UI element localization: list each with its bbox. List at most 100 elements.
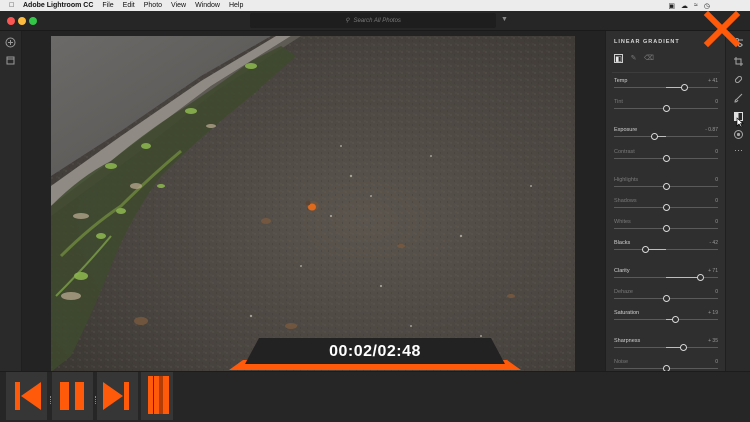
slider-value: 0	[715, 219, 718, 225]
time-display: 00:02/02:48	[329, 343, 421, 360]
skip-back-button[interactable]	[6, 372, 47, 420]
wifi-icon[interactable]: ≈	[694, 2, 698, 9]
slider-label: Exposure	[614, 127, 638, 133]
button-separator	[50, 396, 52, 404]
slider-label: Tint	[614, 99, 623, 105]
minimize-window-button[interactable]	[18, 17, 26, 25]
slider-value: - 0.87	[705, 127, 718, 133]
more-icon[interactable]: ⋯	[733, 145, 744, 156]
add-photo-icon[interactable]	[5, 37, 16, 48]
slider-value: - 42	[709, 240, 718, 246]
slider-knob[interactable]	[662, 183, 670, 190]
slider-sharpness[interactable]: Sharpness + 35	[614, 338, 718, 358]
healing-brush-icon[interactable]	[733, 74, 744, 85]
slider-label: Dehaze	[614, 289, 633, 295]
mask-erase-icon[interactable]: ⌫	[644, 54, 654, 63]
zoom-window-button[interactable]	[29, 17, 37, 25]
menu-photo[interactable]: Photo	[144, 2, 162, 9]
slider-label: Saturation	[614, 310, 640, 316]
close-window-button[interactable]	[7, 17, 15, 25]
tool-rail: ⋯	[725, 31, 750, 391]
slider-label: Temp	[614, 78, 628, 84]
menu-app-name[interactable]: Adobe Lightroom CC	[23, 2, 93, 9]
skip-forward-icon	[103, 382, 129, 410]
skip-forward-button[interactable]	[97, 372, 138, 420]
scrubber-handle[interactable]	[141, 372, 173, 420]
creative-cloud-icon[interactable]: ☁	[681, 2, 688, 10]
mask-tools: ◧ ✎ ⌫	[614, 54, 654, 63]
slider-knob[interactable]	[662, 105, 670, 112]
slider-clarity[interactable]: Clarity + 71	[614, 268, 718, 288]
slider-knob[interactable]	[662, 295, 670, 302]
slider-value: 0	[715, 198, 718, 204]
slider-knob[interactable]	[651, 133, 659, 140]
clock-icon[interactable]: ◷	[704, 2, 710, 10]
slider-temp[interactable]: Temp + 41	[614, 78, 718, 98]
slider-whites[interactable]: Whites 0	[614, 219, 718, 239]
slider-label: Blacks	[614, 240, 631, 246]
slider-track[interactable]	[614, 249, 718, 250]
pause-icon	[60, 382, 84, 410]
library-icon[interactable]	[5, 55, 16, 66]
slider-label: Sharpness	[614, 338, 641, 344]
button-separator	[95, 396, 97, 404]
app-window:  Adobe Lightroom CC File Edit Photo Vie…	[0, 0, 750, 422]
slider-value: + 35	[708, 338, 718, 344]
search-icon: ⚲	[345, 18, 350, 24]
skip-back-icon	[15, 382, 41, 410]
filter-icon[interactable]: ▼	[501, 16, 508, 23]
photo-art	[51, 36, 575, 372]
slider-knob[interactable]	[680, 344, 688, 351]
menu-view[interactable]: View	[171, 2, 186, 9]
pause-button[interactable]	[52, 372, 93, 420]
panel-title: LINEAR GRADIENT	[614, 39, 680, 45]
slider-dehaze[interactable]: Dehaze 0	[614, 289, 718, 309]
slider-knob[interactable]	[681, 84, 689, 91]
slider-tint[interactable]: Tint 0	[614, 99, 718, 119]
slider-value: 0	[715, 149, 718, 155]
slider-value: + 19	[708, 310, 718, 316]
slider-label: Contrast	[614, 149, 635, 155]
cursor-icon	[735, 117, 746, 128]
menu-help[interactable]: Help	[229, 2, 243, 9]
radial-gradient-icon[interactable]	[733, 129, 744, 140]
slider-knob[interactable]	[662, 204, 670, 211]
apple-icon[interactable]: 	[9, 2, 19, 9]
edit-panel: LINEAR GRADIENT ◧ ✎ ⌫ Temp + 41 Tint 0 Expos…	[605, 31, 725, 391]
slider-knob[interactable]	[671, 316, 679, 323]
slider-exposure[interactable]: Exposure - 0.87	[614, 127, 718, 147]
search-input[interactable]: ⚲ Search All Photos	[250, 13, 496, 28]
slider-knob[interactable]	[662, 155, 670, 162]
photo-image[interactable]	[51, 36, 575, 372]
slider-fill	[666, 277, 701, 278]
slider-track[interactable]	[614, 136, 718, 137]
panel-divider	[612, 72, 720, 73]
slider-label: Noise	[614, 359, 629, 365]
slider-knob[interactable]	[641, 246, 649, 253]
airplay-icon[interactable]: ▣	[668, 2, 675, 10]
close-icon[interactable]	[703, 10, 741, 48]
menubar:  Adobe Lightroom CC File Edit Photo Vie…	[0, 0, 750, 11]
slider-label: Highlights	[614, 177, 639, 183]
menu-edit[interactable]: Edit	[123, 2, 135, 9]
menu-file[interactable]: File	[102, 2, 113, 9]
slider-shadows[interactable]: Shadows 0	[614, 198, 718, 218]
slider-value: 0	[715, 289, 718, 295]
crop-icon[interactable]	[733, 56, 744, 67]
brush-icon[interactable]	[733, 93, 744, 104]
slider-knob[interactable]	[696, 274, 704, 281]
slider-saturation[interactable]: Saturation + 19	[614, 310, 718, 330]
slider-value: 0	[715, 99, 718, 105]
slider-label: Shadows	[614, 198, 637, 204]
mask-view-icon[interactable]: ◧	[614, 54, 623, 63]
menu-window[interactable]: Window	[195, 2, 220, 9]
slider-contrast[interactable]: Contrast 0	[614, 149, 718, 169]
slider-knob[interactable]	[662, 225, 670, 232]
mask-brush-icon[interactable]: ✎	[629, 54, 638, 63]
slider-blacks[interactable]: Blacks - 42	[614, 240, 718, 260]
slider-highlights[interactable]: Highlights 0	[614, 177, 718, 197]
slider-value: + 41	[708, 78, 718, 84]
slider-label: Whites	[614, 219, 631, 225]
search-placeholder: Search All Photos	[353, 17, 401, 24]
left-rail	[0, 31, 22, 371]
